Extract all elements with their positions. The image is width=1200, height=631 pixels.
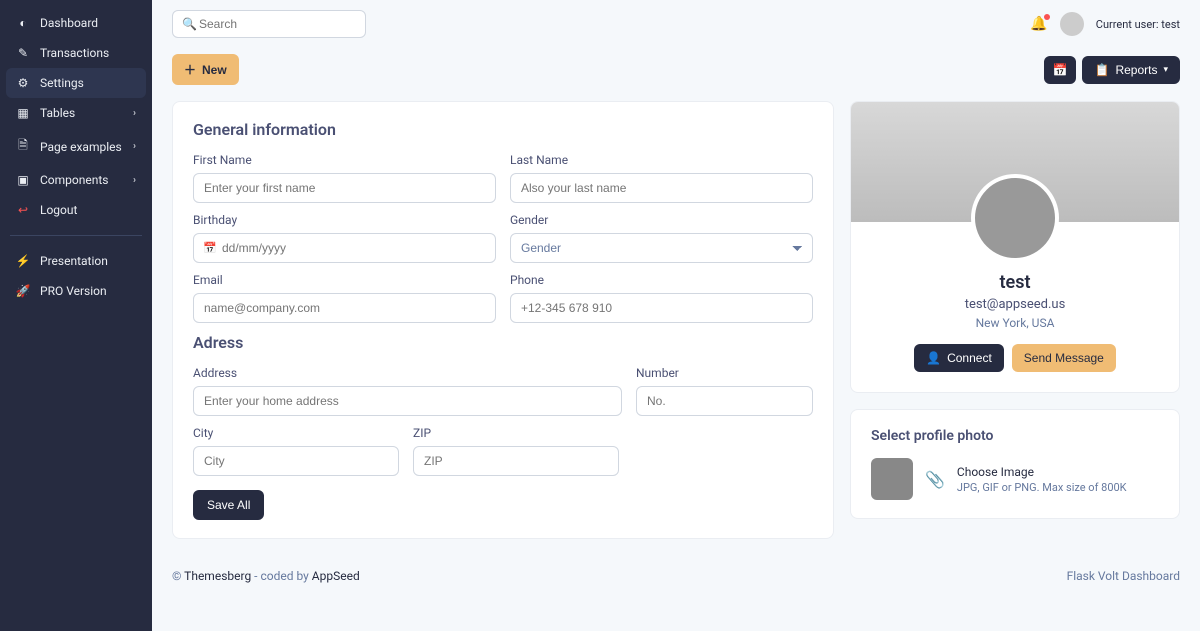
hand-icon: ✎ [16, 46, 30, 60]
chevron-right-icon: › [133, 141, 136, 152]
footer: © Themesberg - coded by AppSeed Flask Vo… [172, 539, 1180, 593]
nav-tables[interactable]: ▦ Tables › [6, 98, 146, 128]
topbar-right: 🔔 Current user: test [1030, 12, 1180, 36]
send-message-button[interactable]: Send Message [1012, 344, 1116, 372]
zip-input[interactable] [413, 446, 619, 476]
connect-button[interactable]: 👤 Connect [914, 344, 1004, 372]
nav-label: Logout [40, 203, 77, 217]
first-name-label: First Name [193, 153, 496, 167]
choose-image-label: Choose Image [957, 465, 1127, 479]
nav-label: Tables [40, 106, 75, 120]
last-name-label: Last Name [510, 153, 813, 167]
main-content: 🔍 🔔 Current user: test ＋New 📅 📋Reports▾ … [152, 0, 1200, 631]
sidebar: ◐ Dashboard ✎ Transactions ⚙ Settings ▦ Tabl… [0, 0, 152, 631]
chevron-right-icon: › [133, 108, 136, 119]
current-user-label: Current user: test [1096, 18, 1180, 31]
zip-label: ZIP [413, 426, 619, 440]
table-icon: ▦ [16, 106, 30, 120]
gear-icon: ⚙ [16, 76, 30, 90]
address-title: Adress [193, 333, 813, 352]
last-name-input[interactable] [510, 173, 813, 203]
general-info-card: General information First Name Last Name… [172, 101, 834, 539]
nav-label: Dashboard [40, 16, 98, 30]
new-button[interactable]: ＋ New [172, 54, 239, 85]
nav-presentation[interactable]: ⚡ Presentation [6, 246, 146, 276]
bolt-icon: ⚡ [16, 254, 30, 268]
pie-icon: ◐ [16, 16, 30, 30]
city-input[interactable] [193, 446, 399, 476]
profile-avatar [971, 174, 1059, 262]
phone-input[interactable] [510, 293, 813, 323]
city-label: City [193, 426, 399, 440]
paperclip-icon: 📎 [925, 470, 945, 489]
phone-label: Phone [510, 273, 813, 287]
choose-image-button[interactable]: Choose Image JPG, GIF or PNG. Max size o… [957, 465, 1127, 494]
notification-dot [1044, 14, 1050, 20]
notifications-button[interactable]: 🔔 [1030, 16, 1047, 32]
nav-label: Page examples [40, 140, 122, 154]
search-icon: 🔍 [182, 17, 197, 31]
themesberg-link[interactable]: Themesberg [184, 569, 251, 583]
avatar[interactable] [1060, 12, 1084, 36]
address-label: Address [193, 366, 622, 380]
number-input[interactable] [636, 386, 813, 416]
calendar-icon: 📅 [1053, 63, 1068, 77]
select-photo-title: Select profile photo [871, 428, 1159, 444]
box-icon: ▣ [16, 173, 30, 187]
profile-email: test@appseed.us [851, 297, 1179, 312]
connect-label: Connect [947, 351, 992, 365]
user-plus-icon: 👤 [926, 351, 941, 365]
nav-label: Settings [40, 76, 84, 90]
plus-icon: ＋ [184, 61, 196, 78]
logout-icon: ↩ [16, 203, 30, 217]
reports-button[interactable]: 📋 Reports ▾ [1082, 56, 1180, 84]
nav-label: Presentation [40, 254, 108, 268]
gender-select[interactable]: Gender [510, 233, 813, 263]
nav-label: PRO Version [40, 284, 107, 298]
nav-label: Components [40, 173, 109, 187]
nav-pro[interactable]: 🚀 PRO Version [6, 276, 146, 306]
footer-left: © Themesberg - coded by AppSeed [172, 569, 360, 583]
new-label: New [202, 63, 227, 77]
search-input[interactable] [172, 10, 366, 38]
first-name-input[interactable] [193, 173, 496, 203]
reports-label: Reports [1115, 63, 1157, 77]
rocket-icon: 🚀 [16, 284, 30, 298]
general-title: General information [193, 120, 813, 139]
file-icon: 🗎 [16, 136, 30, 157]
footer-right[interactable]: Flask Volt Dashboard [1067, 569, 1180, 583]
calendar-button[interactable]: 📅 [1044, 56, 1077, 84]
profile-card: test test@appseed.us New York, USA 👤 Conn… [850, 101, 1180, 393]
nav-components[interactable]: ▣ Components › [6, 165, 146, 195]
topbar: 🔍 🔔 Current user: test [172, 0, 1180, 48]
profile-name: test [851, 272, 1179, 293]
email-input[interactable] [193, 293, 496, 323]
birthday-input[interactable] [193, 233, 496, 263]
number-label: Number [636, 366, 813, 380]
search-wrap: 🔍 [172, 10, 366, 38]
chevron-down-icon: ▾ [1163, 64, 1168, 75]
toolbar: ＋ New 📅 📋 Reports ▾ [172, 48, 1180, 101]
clipboard-icon: 📋 [1094, 63, 1109, 77]
save-all-button[interactable]: Save All [193, 490, 264, 520]
nav-transactions[interactable]: ✎ Transactions [6, 38, 146, 68]
nav-settings[interactable]: ⚙ Settings [6, 68, 146, 98]
birthday-label: Birthday [193, 213, 496, 227]
nav-dashboard[interactable]: ◐ Dashboard [6, 8, 146, 38]
gender-label: Gender [510, 213, 813, 227]
email-label: Email [193, 273, 496, 287]
photo-thumb [871, 458, 913, 500]
chevron-right-icon: › [133, 175, 136, 186]
select-photo-card: Select profile photo 📎 Choose Image JPG,… [850, 409, 1180, 519]
nav-page-examples[interactable]: 🗎 Page examples › [6, 128, 146, 165]
nav-divider [10, 235, 142, 236]
choose-image-hint: JPG, GIF or PNG. Max size of 800K [957, 481, 1127, 494]
nav-label: Transactions [40, 46, 109, 60]
address-input[interactable] [193, 386, 622, 416]
calendar-icon: 📅 [203, 242, 217, 255]
appseed-link[interactable]: AppSeed [312, 569, 360, 583]
nav-logout[interactable]: ↩ Logout [6, 195, 146, 225]
profile-location: New York, USA [851, 316, 1179, 330]
